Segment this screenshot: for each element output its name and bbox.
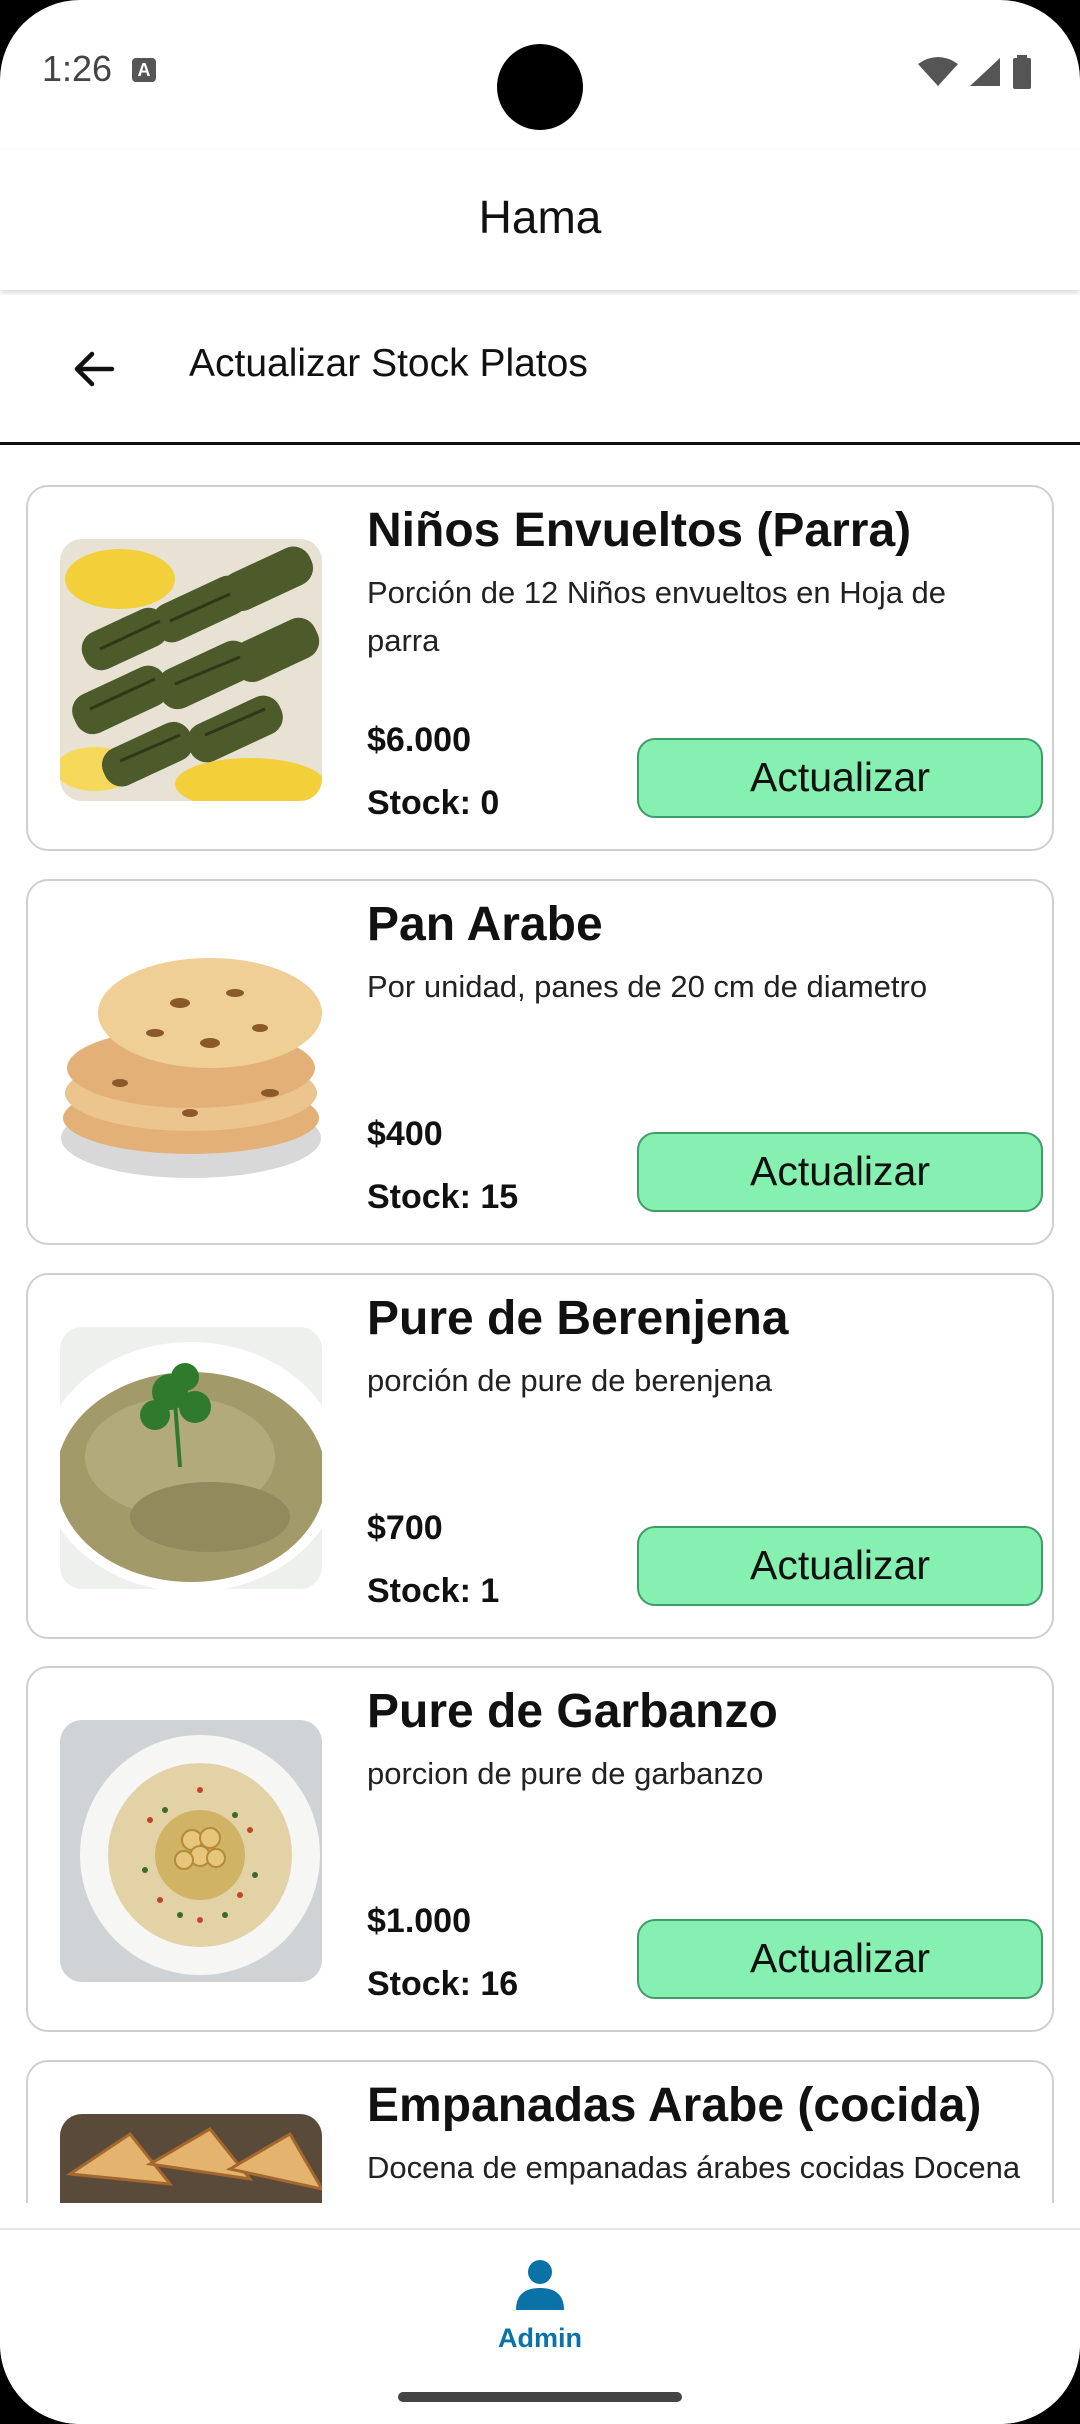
dish-card: Pure de Garbanzo porcion de pure de garb… bbox=[26, 1666, 1054, 2032]
dish-image bbox=[60, 2114, 322, 2203]
dish-stock: Stock: 1 bbox=[367, 1572, 500, 1610]
home-indicator[interactable] bbox=[398, 2392, 682, 2402]
dish-price: $400 bbox=[367, 1115, 443, 1153]
dish-name: Empanadas Arabe (cocida) bbox=[367, 2079, 982, 2132]
dish-description: Porción de 12 Niños envueltos en Hoja de… bbox=[367, 575, 947, 658]
dish-image bbox=[60, 539, 322, 801]
nav-item-admin[interactable]: Admin bbox=[470, 2256, 610, 2356]
signal-icon bbox=[970, 58, 1000, 86]
dish-card: Empanadas Arabe (cocida) Docena de empan… bbox=[26, 2060, 1054, 2203]
accessibility-icon: A bbox=[132, 58, 156, 82]
page-header: Actualizar Stock Platos bbox=[0, 295, 1080, 445]
person-icon bbox=[516, 2260, 564, 2310]
wifi-icon bbox=[918, 57, 958, 86]
back-button[interactable] bbox=[64, 339, 124, 399]
status-bar: 1:26 A bbox=[0, 0, 1080, 150]
dish-card: Pan Arabe Por unidad, panes de 20 cm de … bbox=[26, 879, 1054, 1245]
dish-image bbox=[60, 1720, 322, 1982]
dish-card: Pure de Berenjena porción de pure de ber… bbox=[26, 1273, 1054, 1639]
update-button[interactable]: Actualizar bbox=[637, 1132, 1043, 1212]
dish-name: Niños Envueltos (Parra) bbox=[367, 504, 912, 557]
dish-image bbox=[60, 1327, 322, 1589]
dish-description: porcion de pure de garbanzo bbox=[367, 1756, 764, 1791]
bottom-navigation: Admin bbox=[0, 2228, 1080, 2424]
battery-icon bbox=[1013, 55, 1031, 89]
dish-name: Pure de Garbanzo bbox=[367, 1685, 778, 1738]
dish-description: porción de pure de berenjena bbox=[367, 1363, 773, 1398]
page-title: Actualizar Stock Platos bbox=[189, 342, 588, 385]
nav-item-admin-label: Admin bbox=[498, 2323, 582, 2353]
dish-stock: Stock: 15 bbox=[367, 1178, 519, 1216]
update-button[interactable]: Actualizar bbox=[637, 1919, 1043, 1999]
camera-cutout bbox=[497, 44, 583, 130]
dish-name: Pan Arabe bbox=[367, 898, 603, 951]
dish-card: Niños Envueltos (Parra) Porción de 12 Ni… bbox=[26, 485, 1054, 851]
update-button[interactable]: Actualizar bbox=[637, 1526, 1043, 1606]
status-time: 1:26 bbox=[42, 48, 113, 89]
dish-list[interactable]: Niños Envueltos (Parra) Porción de 12 Ni… bbox=[0, 447, 1080, 2203]
dish-price: $6.000 bbox=[367, 721, 471, 759]
dish-price: $1.000 bbox=[367, 1902, 471, 1940]
dish-description: Docena de empanadas árabes cocidas Docen… bbox=[367, 2150, 1021, 2203]
status-icons bbox=[918, 52, 1032, 92]
dish-image bbox=[60, 933, 322, 1195]
dish-description: Por unidad, panes de 20 cm de diametro bbox=[367, 969, 928, 1004]
dish-stock: Stock: 16 bbox=[367, 1965, 519, 2003]
update-button[interactable]: Actualizar bbox=[637, 738, 1043, 818]
dish-stock: Stock: 0 bbox=[367, 784, 500, 822]
app-title: Hama bbox=[0, 150, 1080, 290]
arrow-left-icon bbox=[74, 351, 115, 387]
dish-name: Pure de Berenjena bbox=[367, 1292, 789, 1345]
app-screen: 1:26 A Hama Actualizar Stock Platos Niño… bbox=[0, 0, 1080, 2424]
dish-price: $700 bbox=[367, 1509, 443, 1547]
